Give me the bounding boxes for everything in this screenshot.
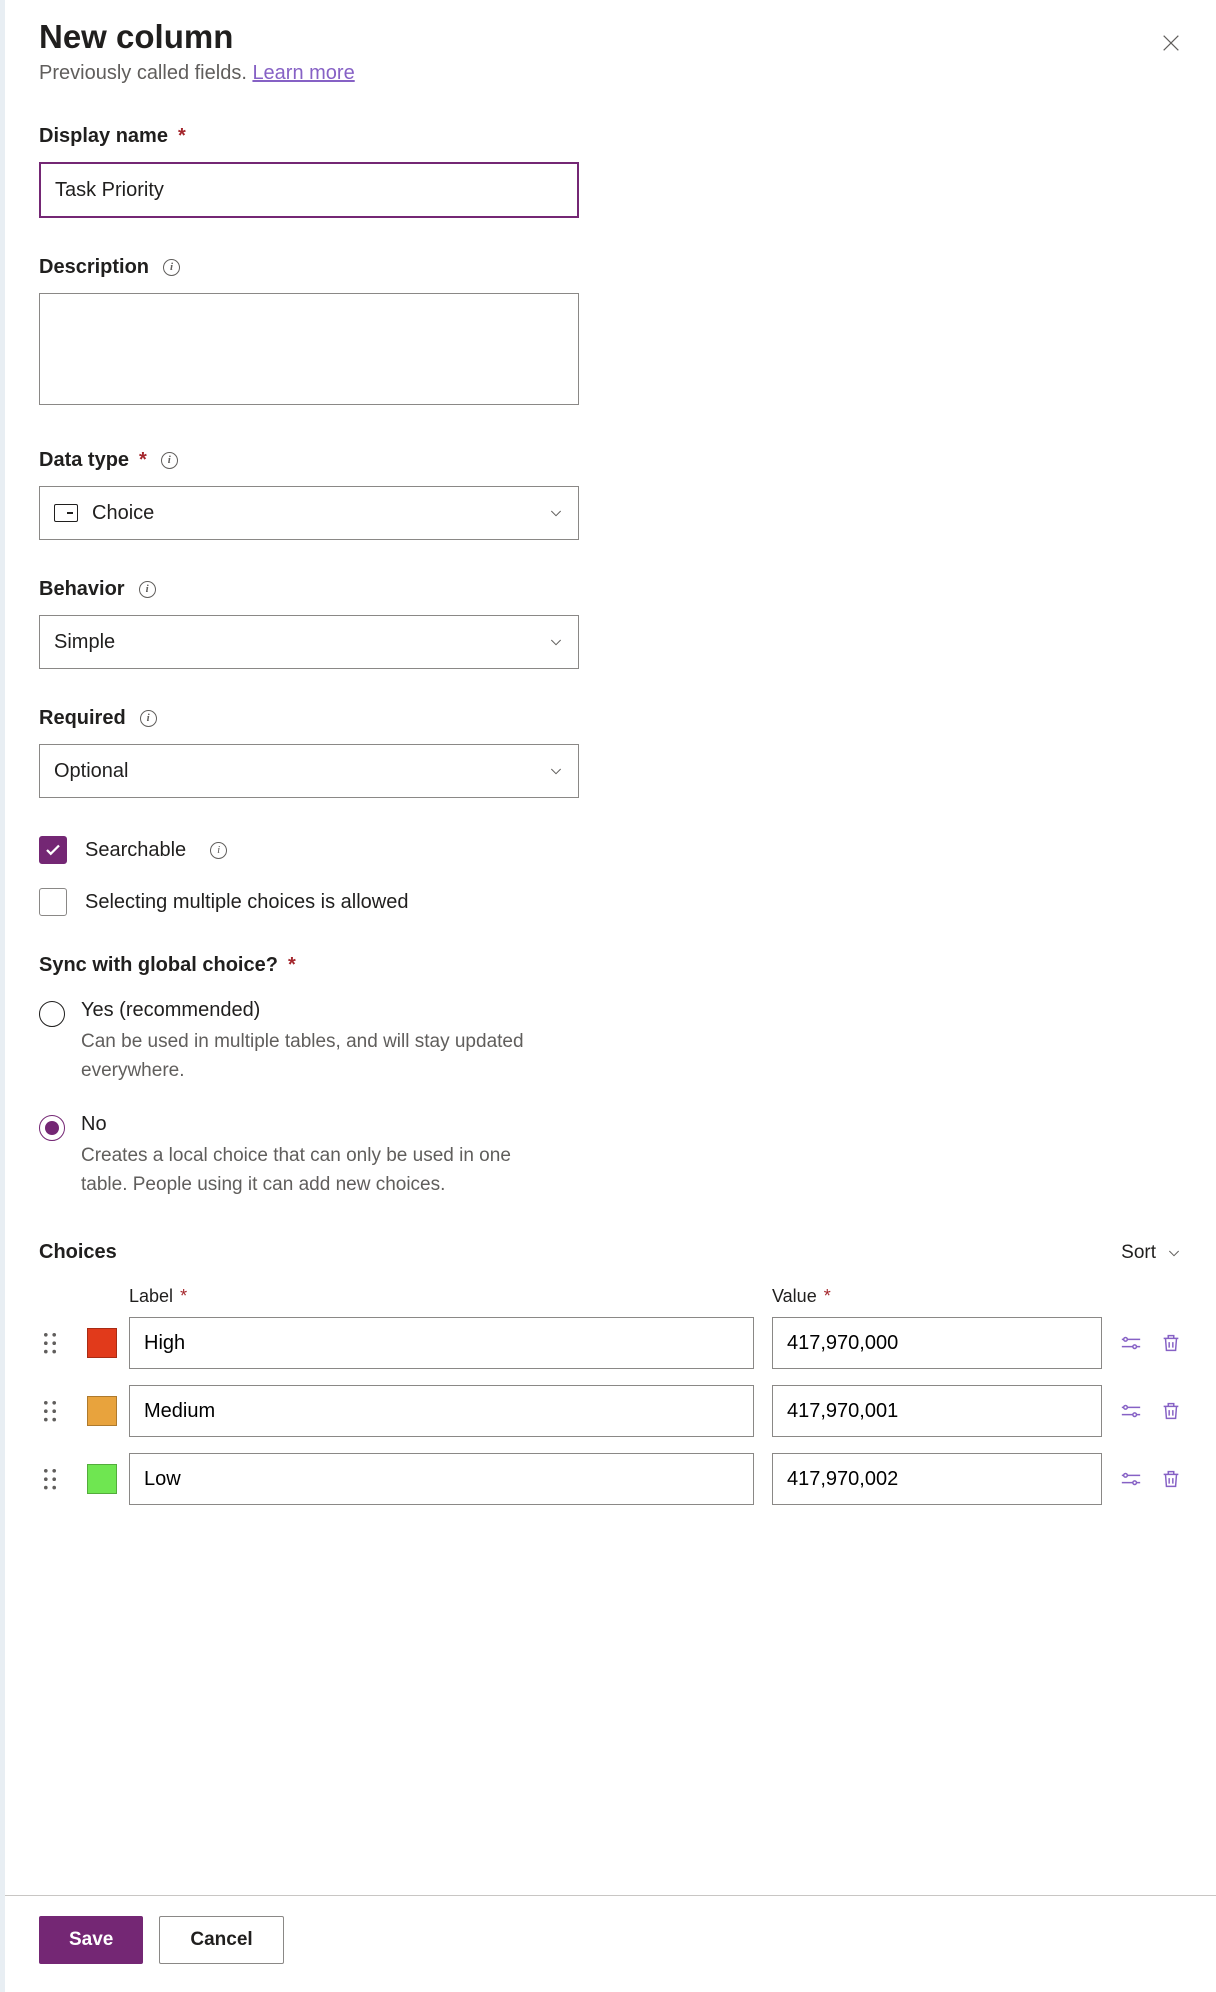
close-button[interactable] xyxy=(1154,26,1188,63)
sync-yes-desc: Can be used in multiple tables, and will… xyxy=(81,1028,551,1085)
panel-subtitle: Previously called fields. Learn more xyxy=(39,62,355,85)
required-label: Required xyxy=(39,707,126,730)
choice-row xyxy=(39,1385,1182,1437)
sort-label: Sort xyxy=(1121,1242,1156,1264)
choice-value-input[interactable] xyxy=(772,1317,1102,1369)
multi-choice-label: Selecting multiple choices is allowed xyxy=(85,891,409,914)
behavior-label: Behavior xyxy=(39,578,125,601)
description-input[interactable] xyxy=(39,293,579,405)
drag-handle-icon[interactable] xyxy=(39,1400,61,1422)
drag-handle-icon[interactable] xyxy=(39,1332,61,1354)
choice-col-label: Label xyxy=(129,1286,173,1306)
multi-choice-checkbox[interactable] xyxy=(39,888,67,916)
sync-no-label: No xyxy=(81,1113,551,1136)
delete-icon[interactable] xyxy=(1160,1400,1182,1422)
sort-button[interactable]: Sort xyxy=(1121,1242,1182,1264)
delete-icon[interactable] xyxy=(1160,1468,1182,1490)
chevron-down-icon xyxy=(1166,1245,1182,1261)
settings-icon[interactable] xyxy=(1120,1468,1142,1490)
color-swatch[interactable] xyxy=(87,1464,117,1494)
settings-icon[interactable] xyxy=(1120,1400,1142,1422)
required-indicator: * xyxy=(139,449,147,472)
display-name-input[interactable] xyxy=(39,162,579,218)
required-indicator: * xyxy=(288,954,296,977)
panel-title: New column xyxy=(39,18,355,56)
delete-icon[interactable] xyxy=(1160,1332,1182,1354)
chevron-down-icon xyxy=(548,505,564,521)
color-swatch[interactable] xyxy=(87,1328,117,1358)
required-value: Optional xyxy=(54,760,129,783)
chevron-down-icon xyxy=(548,763,564,779)
save-button[interactable]: Save xyxy=(39,1916,143,1964)
new-column-panel: New column Previously called fields. Lea… xyxy=(0,0,1216,1992)
color-swatch[interactable] xyxy=(87,1396,117,1426)
data-type-select[interactable]: Choice xyxy=(39,486,579,540)
choice-value-input[interactable] xyxy=(772,1385,1102,1437)
chevron-down-icon xyxy=(548,634,564,650)
searchable-label: Searchable xyxy=(85,839,186,862)
choice-label-input[interactable] xyxy=(129,1317,754,1369)
info-icon[interactable]: i xyxy=(161,452,178,469)
sync-no-radio[interactable] xyxy=(39,1115,65,1141)
choice-row xyxy=(39,1317,1182,1369)
description-label: Description xyxy=(39,256,149,279)
sync-label: Sync with global choice? xyxy=(39,954,278,977)
info-icon[interactable]: i xyxy=(210,842,227,859)
close-icon xyxy=(1160,42,1182,57)
sync-yes-label: Yes (recommended) xyxy=(81,999,551,1022)
info-icon[interactable]: i xyxy=(140,710,157,727)
cancel-button[interactable]: Cancel xyxy=(159,1916,283,1964)
choice-label-input[interactable] xyxy=(129,1453,754,1505)
learn-more-link[interactable]: Learn more xyxy=(252,62,354,84)
sync-no-desc: Creates a local choice that can only be … xyxy=(81,1142,551,1199)
choice-type-icon xyxy=(54,504,78,522)
choice-col-value: Value xyxy=(772,1286,817,1306)
required-indicator: * xyxy=(178,125,186,148)
sync-yes-radio[interactable] xyxy=(39,1001,65,1027)
display-name-label: Display name xyxy=(39,125,168,148)
searchable-checkbox[interactable] xyxy=(39,836,67,864)
choice-label-input[interactable] xyxy=(129,1385,754,1437)
data-type-value: Choice xyxy=(92,502,154,525)
required-select[interactable]: Optional xyxy=(39,744,579,798)
data-type-label: Data type xyxy=(39,449,129,472)
settings-icon[interactable] xyxy=(1120,1332,1142,1354)
info-icon[interactable]: i xyxy=(163,259,180,276)
choices-heading: Choices xyxy=(39,1241,117,1264)
choice-value-input[interactable] xyxy=(772,1453,1102,1505)
choice-row xyxy=(39,1453,1182,1505)
behavior-select[interactable]: Simple xyxy=(39,615,579,669)
info-icon[interactable]: i xyxy=(139,581,156,598)
drag-handle-icon[interactable] xyxy=(39,1468,61,1490)
behavior-value: Simple xyxy=(54,631,115,654)
